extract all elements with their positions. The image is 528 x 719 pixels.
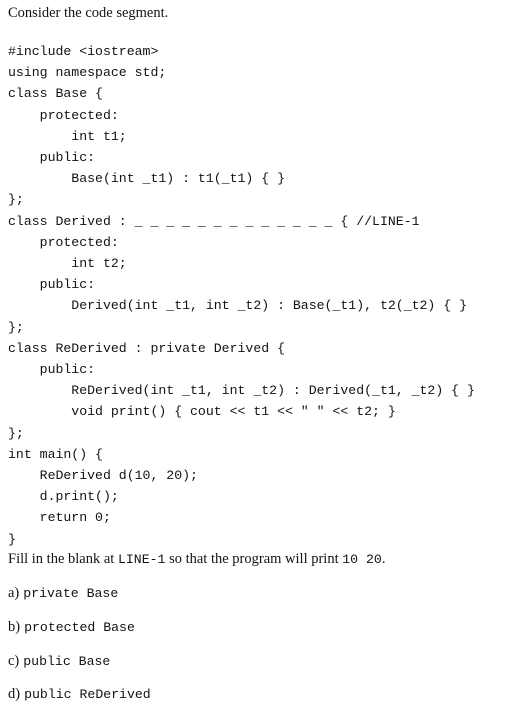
- question-text-part-1: Fill in the blank at: [8, 551, 118, 567]
- line-marker-label: LINE-1: [117, 552, 166, 567]
- question-text-part-3: .: [381, 551, 386, 567]
- option-b-label: b): [8, 618, 21, 635]
- answer-option-a[interactable]: a) private Base: [8, 584, 520, 618]
- option-d-text: public ReDerived: [24, 687, 151, 703]
- option-d-label: d): [8, 686, 21, 703]
- question-prompt: Fill in the blank at LINE-1 so that the …: [8, 551, 385, 568]
- question-text-part-2: so that the program will print: [165, 551, 343, 567]
- answer-options-list: a) private Base b) protected Base c) public…: [8, 584, 520, 719]
- expected-output-label: 10 20: [342, 552, 382, 567]
- option-a-text: private Base: [23, 586, 119, 601]
- answer-option-b[interactable]: b) protected Base: [8, 618, 520, 652]
- answer-option-c[interactable]: c) public Base: [8, 652, 520, 686]
- document-page: Consider the code segment. #include <ios…: [0, 0, 528, 714]
- code-listing: #include <iostream> using namespace std;…: [8, 44, 475, 547]
- option-c-label: c): [8, 652, 20, 669]
- option-a-label: a): [8, 585, 20, 601]
- option-c-text: public Base: [23, 653, 111, 669]
- intro-sentence: Consider the code segment.: [8, 5, 169, 21]
- option-b-text: protected Base: [24, 619, 135, 635]
